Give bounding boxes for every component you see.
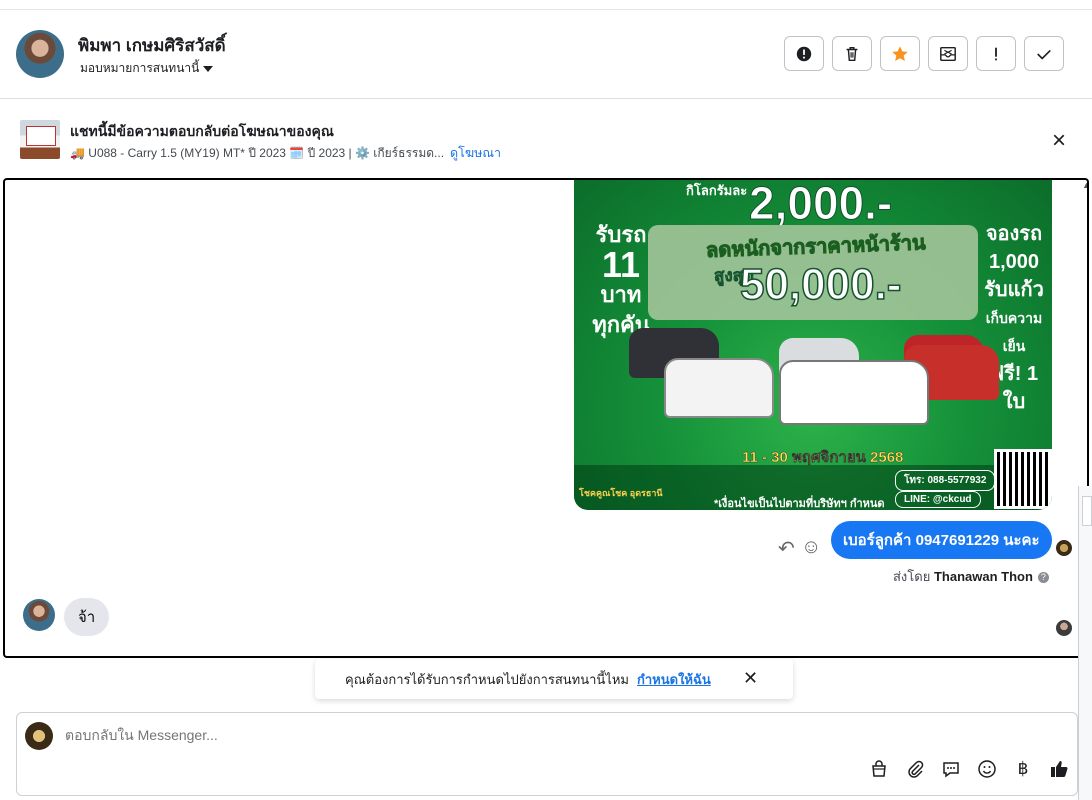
react-emoji-icon[interactable]: ☺ [801,536,821,559]
info-icon[interactable]: ? [1037,572,1049,584]
paperclip-icon[interactable] [905,759,925,779]
banner-right-line1: จองรถ [985,223,1043,245]
sender-avatar [1056,540,1072,556]
reply-input[interactable] [65,727,665,743]
assign-label: มอบหมายการสนทนานี้ [80,61,200,75]
alert-circle-icon [796,46,812,61]
ad-subtitle: 🚚 U088 - Carry 1.5 (MY19) MT* ปี 2023 🗓️… [70,143,501,163]
sent-by-name[interactable]: Thanawan Thon [934,569,1033,584]
seen-avatar [1056,620,1072,636]
banner-left-promo: รับรถ 11 บาท ทุกคัน [586,220,656,340]
reply-composer: ฿ [16,712,1078,796]
close-icon[interactable]: ✕ [743,668,758,689]
done-button[interactable] [1024,36,1064,71]
banner-condition: *เงื่อนไขเป็นไปตามที่บริษัทฯ กำหนด [714,498,885,510]
mark-unread-button[interactable] [928,36,968,71]
banner-per-kg: กิโลกรัมละ [686,183,748,198]
banner-max-value: 50,000.- [739,259,902,310]
composer-tools: ฿ [869,759,1069,779]
ad-reply-bar: แชทนี้มีข้อความตอบกลับต่อโฆษณาของคุณ 🚚 U… [0,100,1092,178]
message-thread: ▲ กิโลกรัมละ 2,000.- ลดหนักจากราคาหน้าร้… [3,178,1089,658]
trash-icon [846,46,858,61]
ad-subtitle-text: 🚚 U088 - Carry 1.5 (MY19) MT* ปี 2023 🗓️… [70,146,445,160]
thumbs-up-icon[interactable] [1049,759,1069,779]
sent-by-line: ส่งโดย Thanawan Thon? [893,566,1049,587]
banner-right-line2: 1,000 [988,251,1040,273]
emoji-icon[interactable] [977,759,997,779]
checkmark-icon [1037,49,1051,60]
ad-title: แชทนี้มีข้อความตอบกลับต่อโฆษณาของคุณ [70,123,334,139]
mark-unread-icon [940,46,956,61]
banner-left-line2: บาท [600,282,642,307]
contact-name[interactable]: พิมพา เกษมศิริสวัสดิ์ [78,32,226,59]
top-border [0,0,1092,10]
side-panel-thumb[interactable] [1082,496,1092,526]
ad-image-message[interactable]: กิโลกรัมละ 2,000.- ลดหนักจากราคาหน้าร้าน… [574,180,1052,510]
qr-code [994,449,1052,509]
sent-by-prefix: ส่งโดย [893,569,931,584]
delete-button[interactable] [832,36,872,71]
banner-left-number: 11 [601,244,641,285]
assign-to-me-link[interactable]: กำหนดให้ฉัน [637,669,711,690]
assign-prompt: คุณต้องการได้รับการกำหนดไปยังการสนทนานี้… [315,659,793,699]
contact-avatar-small[interactable] [23,599,55,631]
banner-line-id: LINE: @ckcud [895,491,981,508]
shopping-bag-icon[interactable] [869,759,889,779]
report-button[interactable] [784,36,824,71]
car-graphic [664,358,774,418]
baht-icon[interactable]: ฿ [1013,759,1033,779]
banner-right-line3: รับแก้ว [984,279,1044,301]
contact-avatar[interactable] [16,30,64,78]
star-button[interactable] [880,36,920,71]
banner-tel: โทร: 088-5577932 [895,470,996,491]
view-ad-link[interactable]: ดูโฆษณา [450,146,501,160]
ad-thumbnail[interactable] [20,120,60,159]
header-actions [784,36,1064,71]
chevron-down-icon [203,65,214,72]
close-icon[interactable]: × [1052,129,1066,153]
side-panel-edge [1078,486,1092,800]
assign-prompt-text: คุณต้องการได้รับการกำหนดไปยังการสนทนานี้… [345,671,629,687]
assign-dropdown[interactable]: มอบหมายการสนทนานี้ [80,59,214,78]
star-icon [892,45,908,61]
saved-reply-icon[interactable] [941,759,961,779]
page-avatar [25,722,53,750]
scroll-up-arrow[interactable]: ▲ [1082,180,1087,190]
car-graphic [779,360,929,425]
priority-button[interactable] [976,36,1016,71]
conversation-header: พิมพา เกษมศิริสวัสดิ์ มอบหมายการสนทนานี้ [0,10,1092,99]
banner-price: 2,000.- [748,180,893,230]
banner-logo: โชคคูณโชค อุดรธานี [579,488,663,498]
exclamation-icon [995,47,997,60]
incoming-message[interactable]: จ้า [64,598,110,636]
outgoing-message[interactable]: เบอร์ลูกค้า 0947691229 นะคะ [831,521,1052,559]
reply-icon[interactable]: ↶ [778,536,795,561]
